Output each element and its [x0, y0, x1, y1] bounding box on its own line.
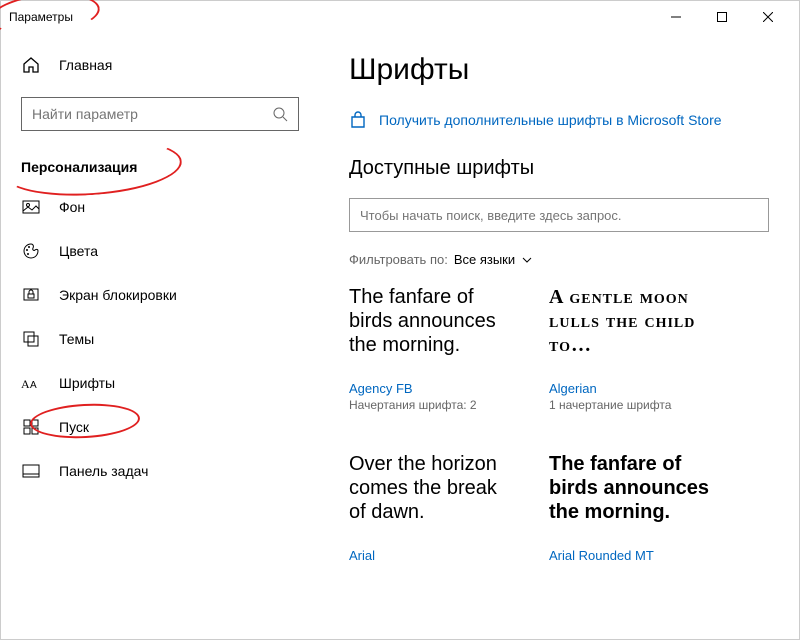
search-box[interactable] [21, 97, 299, 131]
store-link[interactable]: Получить дополнительные шрифты в Microso… [349, 111, 769, 129]
sidebar-item-themes[interactable]: Темы [21, 317, 299, 361]
font-name: Arial [349, 548, 519, 563]
font-preview: The fanfare of birds announces the morni… [349, 285, 519, 373]
settings-window: Параметры Главная Персонализация [0, 0, 800, 640]
nav-label: Шрифты [59, 375, 115, 391]
palette-icon [21, 241, 41, 261]
chevron-down-icon [521, 254, 533, 266]
sidebar-item-lockscreen[interactable]: Экран блокировки [21, 273, 299, 317]
font-name: Agency FB [349, 381, 519, 396]
sidebar-item-background[interactable]: Фон [21, 185, 299, 229]
available-fonts-heading: Доступные шрифты [349, 157, 769, 180]
picture-icon [21, 197, 41, 217]
nav-label: Цвета [59, 243, 98, 259]
minimize-button[interactable] [653, 1, 699, 33]
store-link-text: Получить дополнительные шрифты в Microso… [379, 112, 722, 128]
search-icon [272, 106, 288, 122]
font-preview: Over the horizon comes the break of dawn… [349, 452, 519, 540]
font-meta: 1 начертание шрифта [549, 398, 719, 412]
nav-label: Фон [59, 199, 85, 215]
font-card-arial-rounded[interactable]: The fanfare of birds announces the morni… [549, 452, 719, 565]
font-grid: The fanfare of birds announces the morni… [349, 285, 769, 565]
themes-icon [21, 329, 41, 349]
section-title: Персонализация [21, 159, 299, 175]
taskbar-icon [21, 461, 41, 481]
font-search-box[interactable] [349, 198, 769, 232]
filter-row[interactable]: Фильтровать по: Все языки [349, 252, 769, 267]
window-title: Параметры [9, 10, 73, 24]
main-panel: Шрифты Получить дополнительные шрифты в … [319, 33, 799, 639]
nav-label: Панель задач [59, 463, 148, 479]
font-meta: Начертания шрифта: 2 [349, 398, 519, 412]
sidebar-item-taskbar[interactable]: Панель задач [21, 449, 299, 493]
home-label: Главная [59, 57, 112, 73]
sidebar-item-colors[interactable]: Цвета [21, 229, 299, 273]
maximize-button[interactable] [699, 1, 745, 33]
font-card-algerian[interactable]: A gentle moon lulls the child to… Algeri… [549, 285, 719, 412]
start-icon [21, 417, 41, 437]
sidebar-item-fonts[interactable]: AA Шрифты [21, 361, 299, 405]
lockscreen-icon [21, 285, 41, 305]
titlebar: Параметры [1, 1, 799, 33]
font-preview: A gentle moon lulls the child to… [549, 285, 719, 373]
svg-text:A: A [21, 377, 30, 391]
filter-value: Все языки [454, 252, 515, 267]
page-heading: Шрифты [349, 53, 769, 87]
nav-label: Темы [59, 331, 94, 347]
svg-text:A: A [30, 380, 37, 391]
sidebar: Главная Персонализация Фон Цвета Экран б… [1, 33, 319, 639]
font-preview: The fanfare of birds announces the morni… [549, 452, 719, 540]
close-button[interactable] [745, 1, 791, 33]
home-icon [21, 55, 41, 75]
store-icon [349, 111, 367, 129]
font-name: Arial Rounded MT [549, 548, 719, 563]
home-nav[interactable]: Главная [21, 43, 299, 87]
search-input[interactable] [32, 106, 272, 122]
sidebar-item-start[interactable]: Пуск [21, 405, 299, 449]
nav-label: Пуск [59, 419, 89, 435]
filter-label: Фильтровать по: [349, 252, 448, 267]
fonts-icon: AA [21, 373, 41, 393]
nav-label: Экран блокировки [59, 287, 177, 303]
font-card-arial[interactable]: Over the horizon comes the break of dawn… [349, 452, 519, 565]
font-search-input[interactable] [360, 208, 758, 223]
font-card-agency-fb[interactable]: The fanfare of birds announces the morni… [349, 285, 519, 412]
font-name: Algerian [549, 381, 719, 396]
